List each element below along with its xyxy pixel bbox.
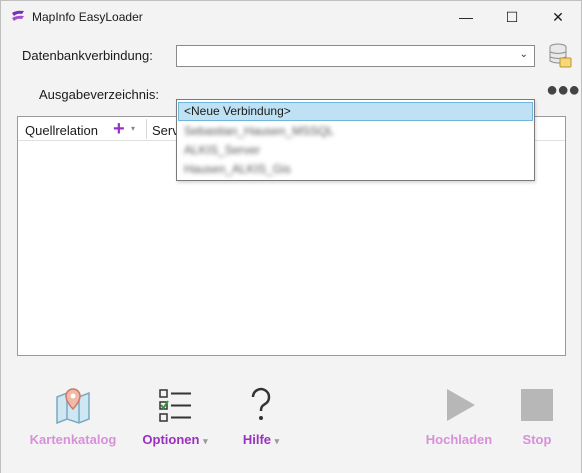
db-connection-label: Datenbankverbindung: bbox=[22, 48, 153, 63]
help-label-row: Hilfe ▾ bbox=[227, 432, 295, 447]
stop-label: Stop bbox=[522, 432, 552, 447]
dropdown-item-new-connection[interactable]: <Neue Verbindung> bbox=[178, 102, 533, 121]
dropdown-item-label: ALKIS_Server bbox=[184, 143, 261, 157]
question-mark-icon bbox=[251, 387, 271, 420]
checklist-icon bbox=[159, 389, 191, 422]
main-content: Datenbankverbindung: ⌄ Ausgabeverzeichni… bbox=[1, 33, 581, 473]
column-divider[interactable] bbox=[146, 119, 147, 139]
chevron-down-icon: ⌄ bbox=[519, 49, 528, 60]
dropdown-item[interactable]: Hausen_ALKIS_Gis bbox=[178, 160, 533, 179]
options-label: Optionen bbox=[142, 432, 200, 447]
add-caret-icon[interactable]: ▾ bbox=[131, 124, 135, 133]
upload-button[interactable]: Hochladen bbox=[419, 385, 499, 447]
app-logo-icon bbox=[12, 10, 24, 21]
minimize-icon: — bbox=[459, 9, 473, 25]
catalog-label: Kartenkatalog bbox=[29, 432, 117, 447]
stop-button[interactable]: Stop bbox=[509, 385, 565, 447]
help-label: Hilfe bbox=[242, 432, 271, 447]
help-button[interactable]: Hilfe ▾ bbox=[227, 385, 295, 447]
add-relation-icon[interactable]: + bbox=[113, 118, 125, 141]
dropdown-item-label: Hausen_ALKIS_Gis bbox=[184, 162, 291, 176]
dropdown-item[interactable]: ALKIS_Server bbox=[178, 141, 533, 160]
options-label-row: Optionen ▾ bbox=[135, 432, 215, 447]
maximize-icon: ☐ bbox=[505, 8, 519, 25]
upload-label: Hochladen bbox=[425, 432, 493, 447]
options-caret-icon: ▾ bbox=[203, 436, 208, 446]
help-caret-icon: ▾ bbox=[274, 436, 280, 446]
map-pin-icon bbox=[56, 388, 90, 425]
options-button[interactable]: Optionen ▾ bbox=[135, 385, 215, 447]
output-dir-label: Ausgabeverzeichnis: bbox=[39, 87, 159, 102]
db-connection-dropdown: <Neue Verbindung> Sebastian_Hausen_MSSQL… bbox=[176, 99, 535, 181]
window-title: MapInfo EasyLoader bbox=[32, 10, 143, 24]
catalog-button[interactable]: Kartenkatalog bbox=[25, 385, 121, 447]
database-icon[interactable] bbox=[548, 43, 572, 69]
dropdown-item[interactable]: Sebastian_Hausen_MSSQL bbox=[178, 122, 533, 141]
column-header-server[interactable]: Serv bbox=[152, 123, 179, 138]
more-options-icon[interactable]: ●●● bbox=[546, 80, 580, 100]
column-header-source[interactable]: Quellrelation bbox=[25, 123, 98, 138]
close-button[interactable]: ✕ bbox=[535, 1, 581, 33]
play-icon bbox=[447, 389, 475, 421]
maximize-button[interactable]: ☐ bbox=[489, 1, 535, 33]
stop-icon bbox=[521, 389, 553, 421]
app-window: MapInfo EasyLoader — ☐ ✕ Datenbankverbin… bbox=[0, 0, 582, 473]
db-connection-select[interactable]: ⌄ bbox=[176, 45, 535, 67]
title-bar: MapInfo EasyLoader — ☐ ✕ bbox=[1, 1, 581, 33]
minimize-button[interactable]: — bbox=[443, 1, 489, 33]
dropdown-item-label: Sebastian_Hausen_MSSQL bbox=[184, 124, 335, 138]
close-icon: ✕ bbox=[552, 8, 564, 25]
